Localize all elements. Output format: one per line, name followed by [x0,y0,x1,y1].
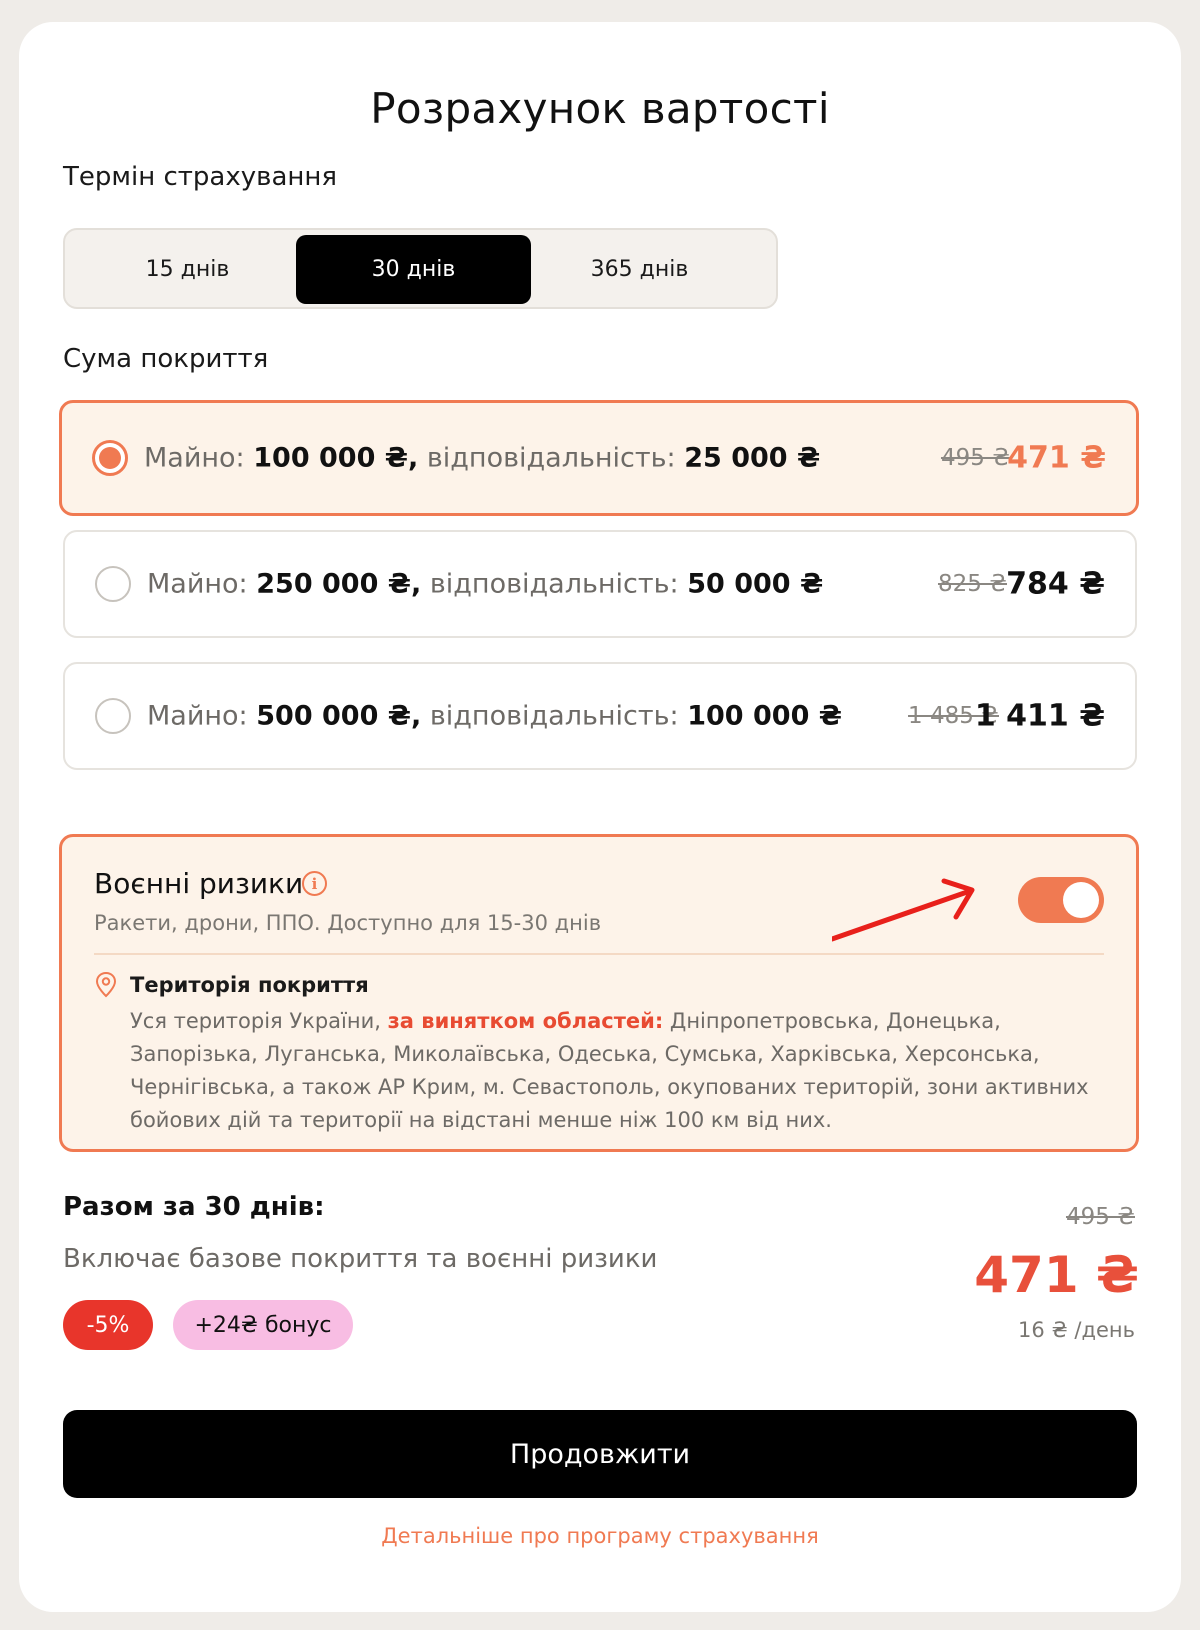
term-option-30[interactable]: 30 днів [296,235,531,304]
coverage-option-text: Майно: 100 000 ₴, відповідальність: 25 0… [144,442,821,474]
price: 784 ₴ [1006,566,1105,602]
coverage-option-1[interactable]: Майно: 100 000 ₴, відповідальність: 25 0… [59,400,1139,516]
war-risks-panel: Воєнні ризики i Ракети, дрони, ППО. Дост… [59,834,1139,1152]
old-price: 825 ₴ [937,571,1007,597]
total-label: Разом за 30 днів: [63,1192,325,1222]
discount-badge: -5% [63,1300,153,1350]
war-risks-title: Воєнні ризики [94,867,304,900]
term-label: Термін страхування [63,162,338,192]
price: 1 411 ₴ [974,698,1105,734]
coverage-option-text: Майно: 500 000 ₴, відповідальність: 100 … [147,700,842,732]
coverage-option-text: Майно: 250 000 ₴, відповідальність: 50 0… [147,568,824,600]
war-risks-toggle[interactable] [1018,877,1104,923]
price-calculator-card: Розрахунок вартості Термін страхування 1… [19,22,1181,1612]
red-arrow-annotation [832,878,975,942]
price: 471 ₴ [1007,440,1106,476]
info-icon[interactable]: i [302,871,327,896]
radio-unselected[interactable] [95,566,131,602]
total-subtitle: Включає базове покриття та воєнні ризики [63,1244,658,1274]
page-title: Розрахунок вартості [370,84,830,133]
program-details-link[interactable]: Детальніше про програму страхування [19,1524,1181,1548]
term-option-15[interactable]: 15 днів [70,235,305,304]
term-option-365[interactable]: 365 днів [522,235,757,304]
coverage-option-2[interactable]: Майно: 250 000 ₴, відповідальність: 50 0… [63,530,1137,638]
radio-unselected[interactable] [95,698,131,734]
territory-title: Територія покриття [130,973,369,997]
total-old-price: 495 ₴ [1065,1204,1135,1230]
continue-button[interactable]: Продовжити [63,1410,1137,1498]
total-price: 471 ₴ [974,1246,1139,1304]
price-per-day: 16 ₴ /день [1018,1318,1135,1342]
term-selector: 15 днів 30 днів 365 днів [63,228,778,309]
coverage-option-3[interactable]: Майно: 500 000 ₴, відповідальність: 100 … [63,662,1137,770]
bonus-badge: +24₴ бонус [173,1300,353,1350]
old-price: 495 ₴ [940,445,1010,471]
coverage-label: Сума покриття [63,344,269,374]
radio-selected[interactable] [92,440,128,476]
territory-text: Уся територія України, за винятком облас… [130,1009,1089,1132]
divider [94,953,1104,955]
location-pin-icon [95,971,117,998]
war-risks-subtitle: Ракети, дрони, ППО. Доступно для 15-30 д… [94,911,602,935]
